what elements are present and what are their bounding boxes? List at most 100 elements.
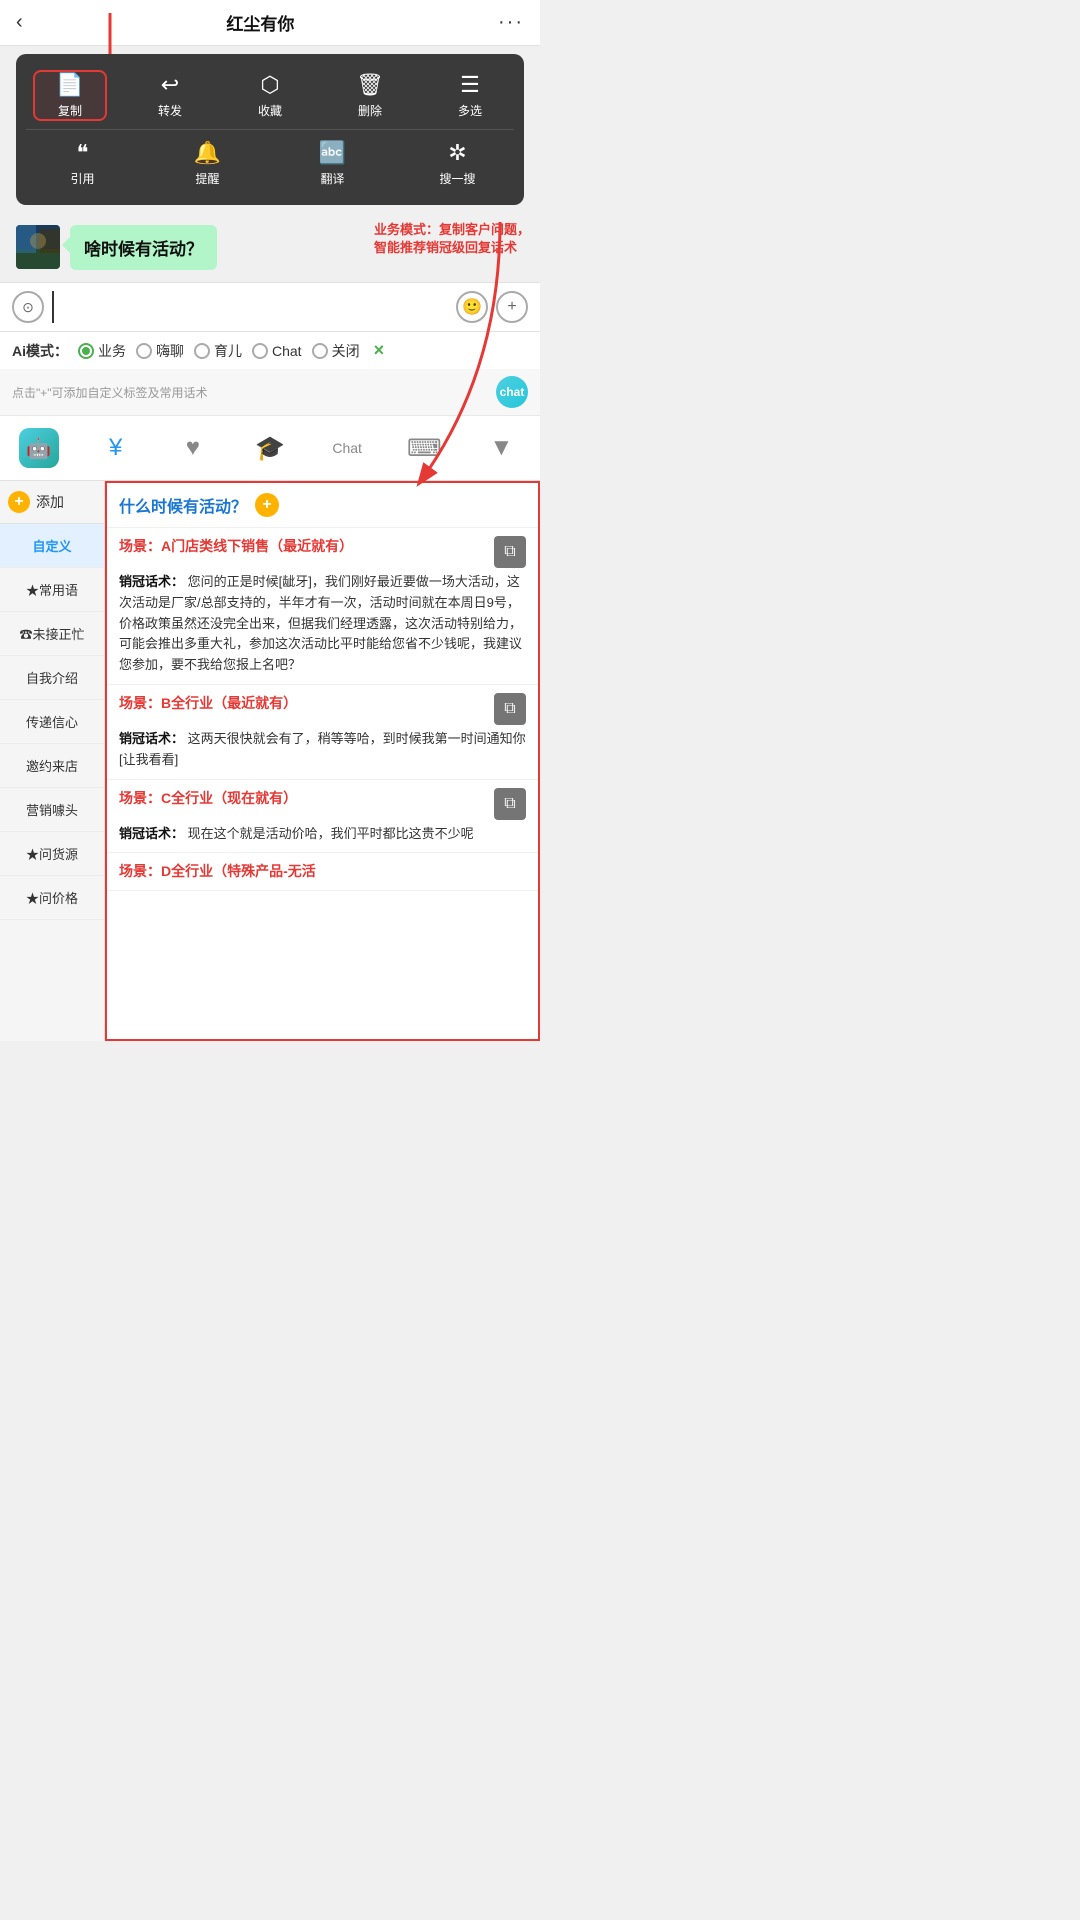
scene-a: 场景：A门店类线下销售（最近就有） ⧉ 销冠话术： 您问的正是时候[龇牙]，我们…: [107, 528, 538, 685]
voice-button[interactable]: ⊙: [12, 291, 44, 323]
radio-chat[interactable]: [252, 343, 268, 359]
copy-a-icon: ⧉: [504, 543, 515, 561]
robot-icon: 🤖: [19, 428, 59, 468]
page-title: 红尘有你: [226, 10, 294, 35]
chat-area: 啥时候有活动？ 业务模式：复制客户问题，智能推荐销冠级回复话术: [0, 213, 540, 282]
scene-a-header: 场景：A门店类线下销售（最近就有） ⧉: [119, 536, 526, 568]
tips-icon-label: chat: [500, 385, 525, 399]
graduation-icon: 🎓: [255, 434, 285, 463]
mode-casual[interactable]: 嗨聊: [136, 341, 184, 361]
context-multiselect[interactable]: ☰ 多选: [435, 72, 505, 119]
context-delete[interactable]: 🗑 删除: [335, 72, 405, 119]
context-remind[interactable]: 🔔 提醒: [173, 140, 243, 187]
scene-a-label: 销冠话术：: [119, 574, 184, 589]
sidebar-item-custom-label: 自定义: [32, 539, 71, 554]
sidebar-item-common-label: ★常用语: [26, 583, 78, 598]
mode-casual-label: 嗨聊: [156, 341, 184, 361]
toolbar-money[interactable]: ¥: [77, 430, 154, 466]
toolbar-graduation[interactable]: 🎓: [231, 430, 308, 467]
toolbar-robot[interactable]: 🤖: [0, 424, 77, 472]
emoji-button[interactable]: 🙂: [456, 291, 488, 323]
more-button[interactable]: ···: [498, 11, 524, 34]
header: ‹ 红尘有你 ···: [0, 0, 540, 46]
main-content: + 添加 自定义 ★常用语 ☎未接正忙 自我介绍 传递信心 邀约来店 营销噱头 …: [0, 481, 540, 1041]
scene-c-content: 销冠话术： 现在这个就是活动价哈，我们平时都比这贵不少呢: [119, 824, 526, 845]
right-panel: 什么时候有活动？ + 场景：A门店类线下销售（最近就有） ⧉ 销冠话术： 您问的…: [105, 481, 540, 1041]
context-translate[interactable]: 🔤 翻译: [298, 140, 368, 187]
question-title: 什么时候有活动？: [119, 493, 247, 517]
close-ai-button[interactable]: ×: [374, 340, 385, 361]
context-menu-row2: ❝ 引用 🔔 提醒 🔤 翻译 ✲ 搜一搜: [16, 132, 524, 195]
mode-off[interactable]: 关闭: [312, 341, 360, 361]
scene-c-copy-button[interactable]: ⧉: [494, 788, 526, 820]
quote-label: 引用: [70, 170, 94, 187]
context-search[interactable]: ✲ 搜一搜: [423, 140, 493, 187]
delete-icon: 🗑: [356, 72, 384, 98]
toolbar-dropdown[interactable]: ▼: [463, 430, 540, 466]
toolbar-chat-text[interactable]: Chat: [309, 436, 386, 460]
context-quote[interactable]: ❝ 引用: [48, 140, 118, 187]
context-forward[interactable]: ↩ 转发: [135, 72, 205, 119]
toolbar-heart[interactable]: ♥: [154, 430, 231, 466]
scene-d: 场景：D全行业（特殊产品-无活: [107, 853, 538, 891]
plus-button[interactable]: +: [496, 291, 528, 323]
sidebar-item-confidence[interactable]: 传递信心: [0, 700, 104, 744]
scene-c: 场景：C全行业（现在就有） ⧉ 销冠话术： 现在这个就是活动价哈，我们平时都比这…: [107, 780, 538, 854]
sidebar-item-missed-label: ☎未接正忙: [19, 627, 84, 642]
sidebar-item-marketing[interactable]: 营销噱头: [0, 788, 104, 832]
sidebar-item-intro[interactable]: 自我介绍: [0, 656, 104, 700]
scene-b-copy-button[interactable]: ⧉: [494, 693, 526, 725]
context-copy[interactable]: 📄 复制: [35, 72, 105, 119]
translate-icon: 🔤: [319, 140, 346, 166]
mode-chat-label: Chat: [272, 343, 302, 359]
ai-mode-label: Ai模式：: [12, 341, 68, 361]
mode-parenting[interactable]: 育儿: [194, 341, 242, 361]
sidebar-add-button[interactable]: + 添加: [0, 481, 104, 524]
translate-label: 翻译: [320, 170, 344, 187]
toolbar-keyboard[interactable]: ⌨: [386, 430, 463, 467]
radio-off[interactable]: [312, 343, 328, 359]
sidebar-item-price[interactable]: ★问价格: [0, 876, 104, 920]
sidebar-item-common[interactable]: ★常用语: [0, 568, 104, 612]
scene-a-copy-button[interactable]: ⧉: [494, 536, 526, 568]
sidebar-item-source[interactable]: ★问货源: [0, 832, 104, 876]
question-add-button[interactable]: +: [255, 493, 279, 517]
add-circle-icon: +: [8, 491, 30, 513]
chat-bubble-text: 啥时候有活动？: [84, 240, 203, 259]
scene-d-title: 场景：D全行业（特殊产品-无活: [119, 861, 526, 882]
plus-icon: +: [507, 298, 516, 316]
sidebar-item-custom[interactable]: 自定义: [0, 524, 104, 568]
context-menu-row1: 📄 复制 ↩ 转发 ⬡ 收藏 🗑 删除 ☰ 多选: [16, 64, 524, 127]
mode-business-label: 业务: [98, 341, 126, 361]
mode-business[interactable]: 业务: [78, 341, 126, 361]
delete-label: 删除: [358, 102, 382, 119]
radio-casual[interactable]: [136, 343, 152, 359]
emoji-icon: 🙂: [462, 297, 482, 317]
input-bar: ⊙ 🙂 +: [0, 282, 540, 332]
copy-label: 复制: [58, 102, 82, 119]
radio-parenting[interactable]: [194, 343, 210, 359]
sidebar-item-missed[interactable]: ☎未接正忙: [0, 612, 104, 656]
annotation-text: 业务模式：复制客户问题，智能推荐销冠级回复话术: [374, 221, 530, 257]
heart-icon: ♥: [186, 434, 200, 462]
quote-icon: ❝: [77, 140, 89, 166]
remind-label: 提醒: [195, 170, 219, 187]
multiselect-label: 多选: [458, 102, 482, 119]
context-collect[interactable]: ⬡ 收藏: [235, 72, 305, 119]
context-menu: 📄 复制 ↩ 转发 ⬡ 收藏 🗑 删除 ☰ 多选 ❝ 引用 🔔 提醒: [16, 54, 524, 205]
sidebar: + 添加 自定义 ★常用语 ☎未接正忙 自我介绍 传递信心 邀约来店 营销噱头 …: [0, 481, 105, 1041]
radio-business[interactable]: [78, 343, 94, 359]
scene-c-text: 现在这个就是活动价哈，我们平时都比这贵不少呢: [188, 826, 474, 841]
scene-d-header: 场景：D全行业（特殊产品-无活: [119, 861, 526, 882]
sidebar-item-confidence-label: 传递信心: [26, 715, 78, 730]
sidebar-item-invite[interactable]: 邀约来店: [0, 744, 104, 788]
voice-icon: ⊙: [22, 299, 34, 316]
back-button[interactable]: ‹: [16, 11, 23, 34]
mode-parenting-label: 育儿: [214, 341, 242, 361]
sidebar-item-intro-label: 自我介绍: [26, 671, 78, 686]
question-header: 什么时候有活动？ +: [107, 483, 538, 528]
message-input[interactable]: [52, 291, 448, 323]
tips-chat-icon[interactable]: chat: [496, 376, 528, 408]
search-label: 搜一搜: [439, 170, 475, 187]
mode-chat[interactable]: Chat: [252, 343, 302, 359]
